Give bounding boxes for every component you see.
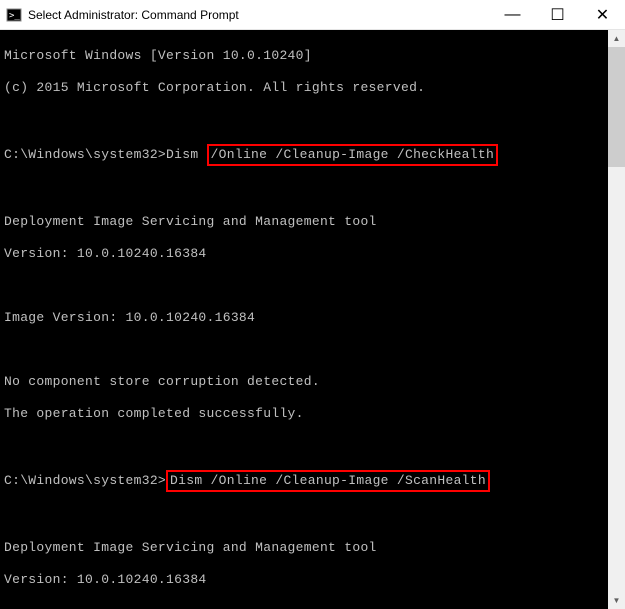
line-ok: The operation completed successfully.	[4, 406, 608, 422]
window-controls: — ☐ ✕	[490, 0, 625, 29]
line-blank	[4, 342, 608, 358]
close-button[interactable]: ✕	[580, 0, 625, 29]
line-blank	[4, 508, 608, 524]
titlebar: >_ Select Administrator: Command Prompt …	[0, 0, 625, 30]
line-blank	[4, 112, 608, 128]
scroll-thumb[interactable]	[608, 47, 625, 167]
cmd-icon: >_	[6, 7, 22, 23]
maximize-button[interactable]: ☐	[535, 0, 580, 29]
highlight-checkhealth: /Online /Cleanup-Image /CheckHealth	[207, 144, 499, 166]
window-title: Select Administrator: Command Prompt	[28, 8, 490, 22]
svg-text:>_: >_	[9, 11, 20, 21]
line-cmd2: C:\Windows\system32>Dism /Online /Cleanu…	[4, 470, 608, 492]
line-tool: Deployment Image Servicing and Managemen…	[4, 540, 608, 556]
scroll-up-button[interactable]: ▲	[608, 30, 625, 47]
prompt-text: C:\Windows\system32>Dism	[4, 147, 207, 162]
line-blank	[4, 278, 608, 294]
line-version: Version: 10.0.10240.16384	[4, 246, 608, 262]
line-copyright: (c) 2015 Microsoft Corporation. All righ…	[4, 80, 608, 96]
line-header: Microsoft Windows [Version 10.0.10240]	[4, 48, 608, 64]
scrollbar[interactable]: ▲ ▼	[608, 30, 625, 609]
scroll-down-button[interactable]: ▼	[608, 592, 625, 609]
line-imgver: Image Version: 10.0.10240.16384	[4, 310, 608, 326]
line-blank	[4, 604, 608, 609]
line-version: Version: 10.0.10240.16384	[4, 572, 608, 588]
line-tool: Deployment Image Servicing and Managemen…	[4, 214, 608, 230]
terminal-area: Microsoft Windows [Version 10.0.10240] (…	[0, 30, 625, 609]
minimize-button[interactable]: —	[490, 0, 535, 29]
line-nocorrupt: No component store corruption detected.	[4, 374, 608, 390]
line-cmd1: C:\Windows\system32>Dism /Online /Cleanu…	[4, 144, 608, 166]
highlight-scanhealth: Dism /Online /Cleanup-Image /ScanHealth	[166, 470, 490, 492]
terminal-output[interactable]: Microsoft Windows [Version 10.0.10240] (…	[0, 30, 608, 609]
line-blank	[4, 438, 608, 454]
prompt-text: C:\Windows\system32>	[4, 473, 166, 488]
line-blank	[4, 182, 608, 198]
